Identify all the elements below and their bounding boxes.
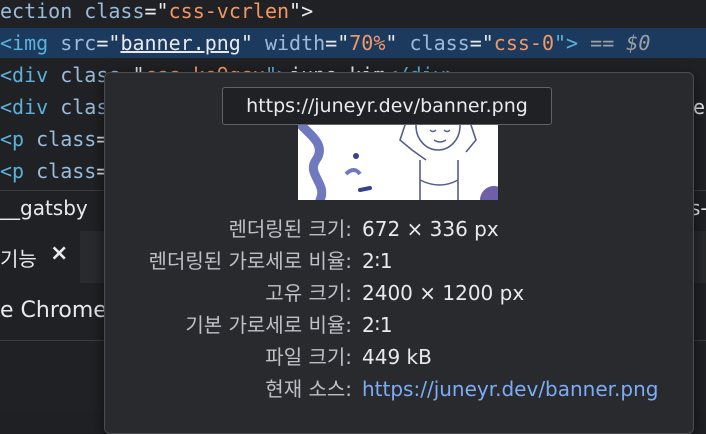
class-attr: class [409,31,470,55]
selected-marker: == [578,31,627,55]
info-value: 2∶1 [362,249,393,273]
info-label: 고유 크기: [265,281,352,305]
info-row-rendered-size: 렌더링된 크기: 672 × 336 px [104,213,692,245]
info-label: 파일 크기: [265,345,352,369]
code-line-img-selected[interactable]: <img src="banner.png" width="70%" class=… [0,28,706,58]
drawer-heading-fragment [0,403,110,417]
img-tag-close: "> [554,31,579,55]
info-label: 현재 소스: [265,377,352,401]
info-label: 기본 가로세로 비율: [185,313,352,337]
attr-eq-end: " [240,31,265,55]
attr-value: css-vcrlen [168,0,290,23]
div-tag-open: <div [0,63,61,87]
current-source-link[interactable]: https://juneyr.dev/banner.png [362,373,658,405]
info-row-rendered-ratio: 렌더링된 가로세로 비율: 2∶1 [104,245,692,277]
tag-fragment: ection [0,0,85,23]
img-tag-open: <img [0,31,61,55]
message-text: e Chrome [0,298,107,323]
attr-eq: =" [144,0,169,23]
info-row-intrinsic-ratio: 기본 가로세로 비율: 2∶1 [104,309,692,341]
src-attr: src [60,31,97,55]
trailing-text: e [693,95,706,119]
url-tooltip: https://juneyr.dev/banner.png [222,87,552,125]
info-row-current-source: 현재 소스: https://juneyr.dev/banner.png [104,373,692,405]
class-attr: class [36,127,97,151]
info-value: 2400 × 1200 px [362,281,525,305]
info-row-intrinsic-size: 고유 크기: 2400 × 1200 px [104,277,692,309]
dollar-zero: $0 [626,31,651,55]
div-tag-open: <div [0,95,61,119]
p-tag-open: <p [0,159,37,183]
attr-eq: =" [325,31,350,55]
width-value: 70% [349,31,386,55]
class-attr: class [36,159,97,183]
breadcrumb-item[interactable]: __gatsby [0,196,88,220]
info-label: 렌더링된 가로세로 비율: [148,249,352,273]
close-icon[interactable]: × [50,241,68,266]
attr-eq: =" [469,31,494,55]
info-value: 672 × 336 px [362,217,499,241]
attr-eq: =" [96,31,121,55]
width-attr: width [264,31,326,55]
drawer-tab[interactable]: 기능 × [0,231,80,283]
drawer-tab-label: 기능 [0,247,37,271]
attr-name: class [84,0,145,23]
p-tag-open: <p [0,127,37,151]
info-label: 렌더링된 크기: [228,217,353,241]
info-value: 449 kB [362,345,432,369]
tag-end: "> [289,0,314,23]
info-row-file-size: 파일 크기: 449 kB [104,341,692,373]
class-attr: clas [60,95,109,119]
attr-eq-end: " [385,31,410,55]
info-value: 2∶1 [362,313,393,337]
src-link[interactable]: banner.png [120,31,240,55]
class-value: css-0 [493,31,555,55]
code-line-section[interactable]: ection class="css-vcrlen"> [0,0,706,26]
